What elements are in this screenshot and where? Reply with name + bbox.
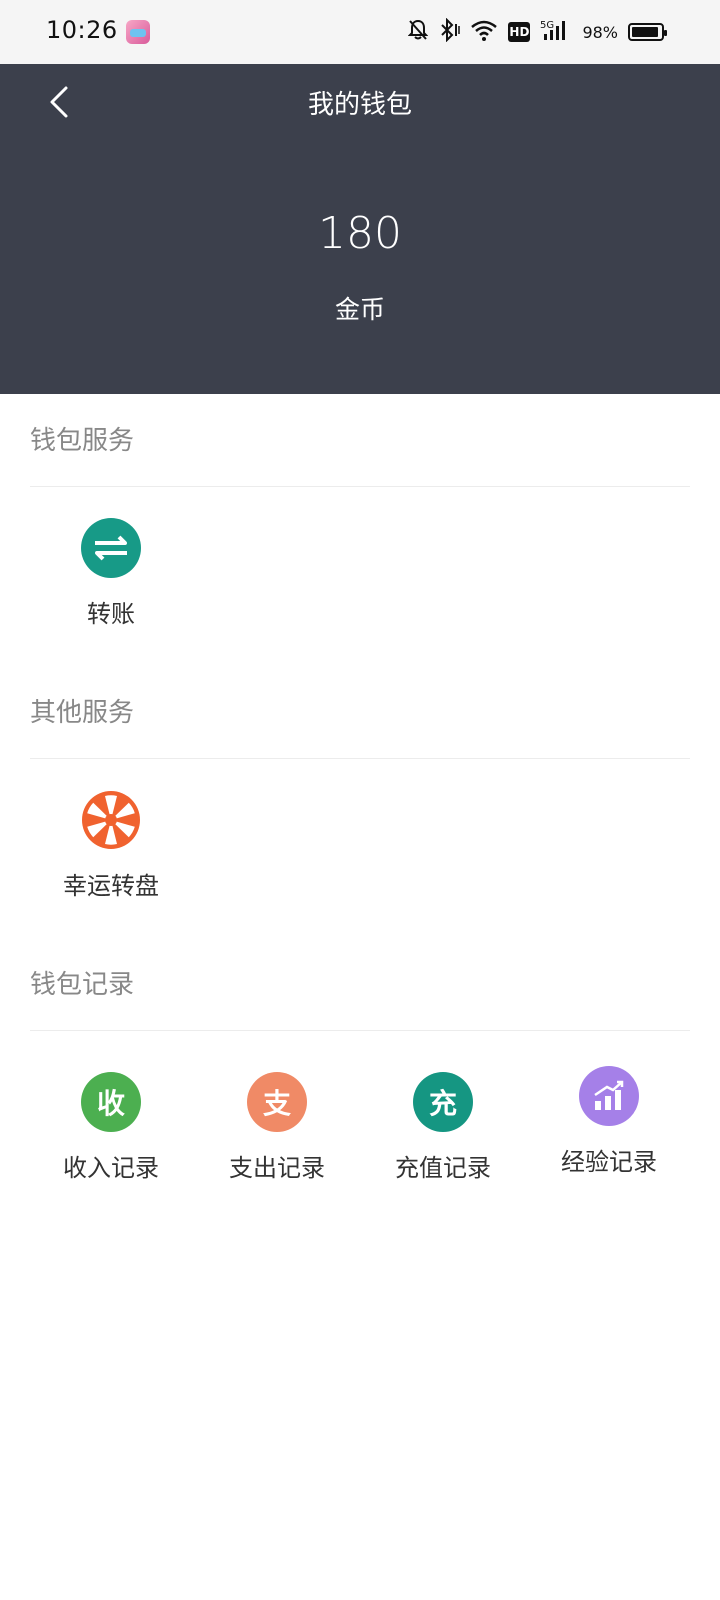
expense-records-button[interactable]: 支 支出记录 bbox=[197, 1072, 357, 1183]
transfer-button[interactable]: 转账 bbox=[31, 518, 191, 629]
expense-icon: 支 bbox=[247, 1072, 307, 1132]
recharge-records-button[interactable]: 充 充值记录 bbox=[363, 1072, 523, 1183]
section-title-other-services: 其他服务 bbox=[30, 698, 135, 728]
page-title: 我的钱包 bbox=[307, 90, 412, 120]
status-icons: HD 5G 98% bbox=[408, 17, 667, 46]
divider bbox=[30, 1030, 690, 1031]
income-records-label: 收入记录 bbox=[63, 1154, 159, 1182]
divider bbox=[30, 486, 690, 487]
transfer-arrows-icon bbox=[81, 518, 141, 578]
battery-percent: 98% bbox=[582, 22, 618, 42]
expense-records-label: 支出记录 bbox=[229, 1154, 325, 1182]
divider bbox=[30, 758, 690, 759]
status-bar: 10:26 HD 5G 98% bbox=[0, 0, 720, 64]
status-time: 10:26 bbox=[46, 16, 118, 44]
experience-records-label: 经验记录 bbox=[561, 1148, 657, 1176]
lucky-wheel-label: 幸运转盘 bbox=[63, 872, 159, 900]
lucky-wheel-button[interactable]: 幸运转盘 bbox=[31, 790, 191, 901]
recharge-icon: 充 bbox=[413, 1072, 473, 1132]
lucky-wheel-icon bbox=[81, 790, 141, 850]
transfer-label: 转账 bbox=[87, 600, 135, 628]
section-title-wallet-services: 钱包服务 bbox=[30, 426, 135, 456]
experience-chart-icon bbox=[579, 1066, 639, 1126]
coin-balance: 180 bbox=[318, 208, 402, 259]
wifi-icon bbox=[470, 19, 498, 45]
svg-text:5G: 5G bbox=[540, 20, 554, 31]
mute-bell-icon bbox=[408, 19, 429, 45]
signal-5g-icon: 5G bbox=[540, 18, 572, 46]
section-title-wallet-records: 钱包记录 bbox=[30, 970, 135, 1000]
bluetooth-icon bbox=[438, 17, 461, 46]
bilibili-app-icon bbox=[126, 20, 150, 44]
income-icon: 收 bbox=[81, 1072, 141, 1132]
hd-badge: HD bbox=[508, 22, 531, 42]
experience-records-button[interactable]: 经验记录 bbox=[529, 1066, 689, 1177]
battery-icon bbox=[628, 23, 667, 41]
recharge-records-label: 充值记录 bbox=[395, 1154, 491, 1182]
wallet-header: 我的钱包 180 金币 bbox=[0, 64, 720, 394]
coin-unit-label: 金币 bbox=[334, 295, 385, 324]
income-records-button[interactable]: 收 收入记录 bbox=[31, 1072, 191, 1183]
